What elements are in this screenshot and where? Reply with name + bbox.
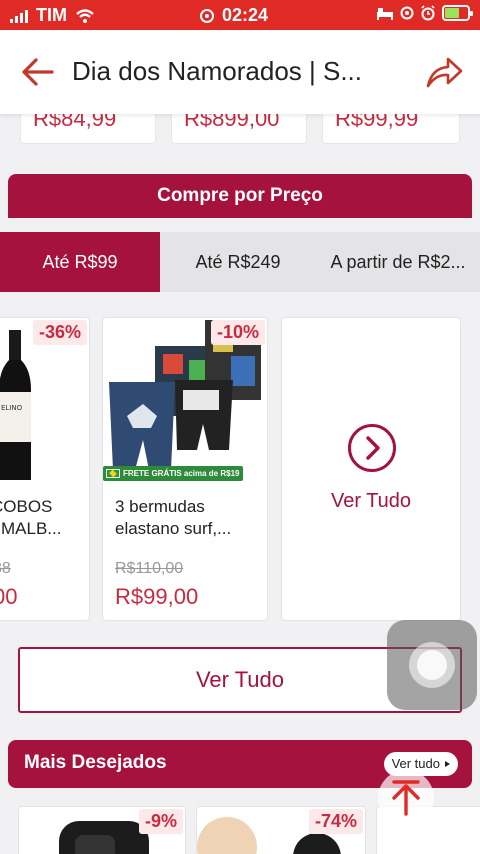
product-card[interactable]: FRETE GRÁTIS acima de R$19 -10% 3 bermud… — [102, 317, 268, 621]
discount-badge: -36% — [32, 320, 87, 345]
lock-rotation-icon — [200, 8, 214, 23]
scroll-to-top-button[interactable] — [378, 770, 434, 826]
price-section-title: Compre por Preço — [8, 174, 472, 218]
discount-badge: -10% — [210, 320, 265, 345]
battery-icon — [442, 5, 473, 21]
status-bar: TIM 02:24 — [0, 0, 480, 30]
price-tabs: Até R$99 Até R$249 A partir de R$2... — [0, 232, 480, 292]
discount-badge: -9% — [138, 809, 183, 834]
product-price: 00 — [0, 584, 18, 609]
product-name-line: MALB... — [1, 519, 62, 538]
location-icon — [400, 6, 414, 20]
see-all-card[interactable]: Ver Tudo — [281, 317, 461, 621]
signal-icon — [10, 9, 28, 23]
brazil-flag-icon — [106, 469, 120, 478]
product-price: R$99,00 — [115, 584, 199, 609]
page-header: Dia dos Namorados | S... — [0, 30, 480, 114]
product-old-price: 88 — [0, 560, 11, 577]
product-old-price: R$110,00 — [115, 560, 184, 577]
product-card[interactable]: -74% — [196, 806, 366, 854]
wifi-icon — [76, 8, 94, 23]
most-wanted-title: Mais Desejados — [24, 752, 167, 773]
product-card[interactable]: ELINO -36% COBOS MALB... 88 00 — [0, 317, 90, 621]
product-card[interactable]: -9% — [18, 806, 186, 854]
clock-time: 02:24 — [222, 5, 269, 25]
tab-a-partir-de[interactable]: A partir de R$2... — [316, 232, 480, 292]
wine-bottle-image: ELINO — [0, 330, 31, 480]
share-icon[interactable] — [424, 54, 464, 90]
product-name-line: COBOS — [0, 497, 53, 516]
free-shipping-tag: FRETE GRÁTIS acima de R$19 — [103, 466, 244, 481]
bed-icon — [377, 8, 393, 20]
svg-text:ELINO: ELINO — [1, 404, 23, 412]
alarm-clock-icon — [421, 5, 435, 21]
tab-ate-99[interactable]: Até R$99 — [0, 232, 160, 292]
assistive-touch-button[interactable] — [387, 620, 477, 710]
chevron-right-circle-icon — [348, 424, 396, 472]
tab-ate-249[interactable]: Até R$249 — [160, 232, 316, 292]
product-name-line: 3 bermudas — [115, 497, 205, 516]
page-title: Dia dos Namorados | S... — [72, 56, 362, 86]
carrier-label: TIM — [36, 5, 67, 25]
discount-badge: -74% — [308, 809, 363, 834]
arrow-up-icon — [392, 780, 420, 816]
product-name-line: elastano surf,... — [115, 519, 232, 538]
see-all-card-label: Ver Tudo — [330, 490, 412, 512]
back-arrow-icon[interactable] — [18, 54, 58, 90]
